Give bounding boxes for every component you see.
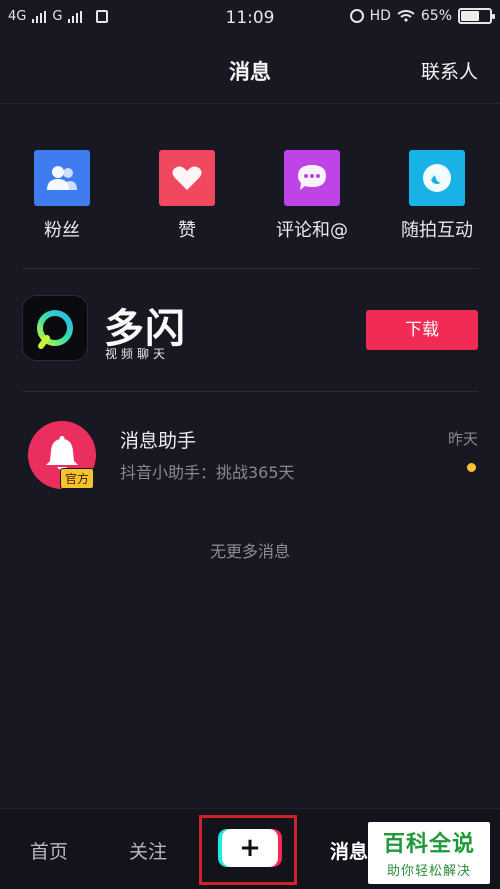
fans-label: 粉丝 (44, 220, 80, 241)
message-time: 昨天 (447, 430, 478, 448)
likes-button[interactable]: 赞 (132, 138, 242, 242)
tab-home[interactable]: 首页 (30, 837, 68, 864)
plus-icon: + (239, 833, 261, 863)
divider (22, 268, 478, 269)
contacts-button[interactable]: 联系人 (421, 57, 478, 84)
message-preview: 抖音小助手：挑战365天 (120, 463, 295, 482)
message-title: 消息助手 (120, 430, 197, 452)
quick-actions: 粉丝 赞 评论和@ 随拍互动 (0, 138, 500, 246)
tab-follow[interactable]: 关注 (129, 837, 167, 864)
status-right: HD 65% (349, 8, 495, 24)
divider (22, 391, 478, 392)
download-button[interactable]: 下载 (366, 310, 478, 350)
comments-label: 评论和@ (276, 220, 348, 241)
battery-percent: 65% (420, 8, 452, 24)
watermark-subtitle: 助你轻松解决 (386, 864, 471, 879)
battery-icon (458, 8, 495, 24)
create-button[interactable]: + (222, 829, 278, 867)
alarm-icon (349, 9, 364, 23)
nav-bar: 消息 联系人 (0, 36, 500, 104)
fans-button[interactable]: 粉丝 (7, 138, 117, 242)
tab-messages[interactable]: 消息 (330, 837, 368, 864)
promo-banner: 多闪 视频聊天 下载 (0, 270, 500, 390)
status-bar: 4G G 11:09 HD 65% (0, 0, 500, 36)
official-badge: 官方 (60, 468, 95, 489)
interaction-label: 随拍互动 (401, 220, 473, 241)
comments-button[interactable]: 评论和@ (257, 138, 367, 242)
messages-screen: 4G G 11:09 HD 65% 消息 联系人 粉丝 赞 评论和@ 随拍互动 … (0, 0, 500, 889)
unread-dot (467, 463, 476, 472)
interaction-button[interactable]: 随拍互动 (382, 138, 492, 242)
duoshan-logo (22, 295, 88, 361)
no-more-messages: 无更多消息 (209, 542, 290, 561)
fans-icon (34, 150, 90, 206)
heart-icon (159, 150, 215, 206)
comment-icon (284, 150, 340, 206)
moon-icon (409, 150, 465, 206)
watermark-title: 百科全说 (382, 832, 475, 857)
message-item-assistant[interactable]: 官方 消息助手 抖音小助手：挑战365天 昨天 (0, 412, 500, 494)
battery-level (461, 11, 479, 21)
likes-label: 赞 (178, 220, 196, 241)
hd-label: HD (369, 8, 391, 24)
watermark: 百科全说 助你轻松解决 (368, 822, 490, 884)
brand-subtitle: 视频聊天 (105, 347, 170, 361)
wifi-icon (397, 10, 415, 22)
